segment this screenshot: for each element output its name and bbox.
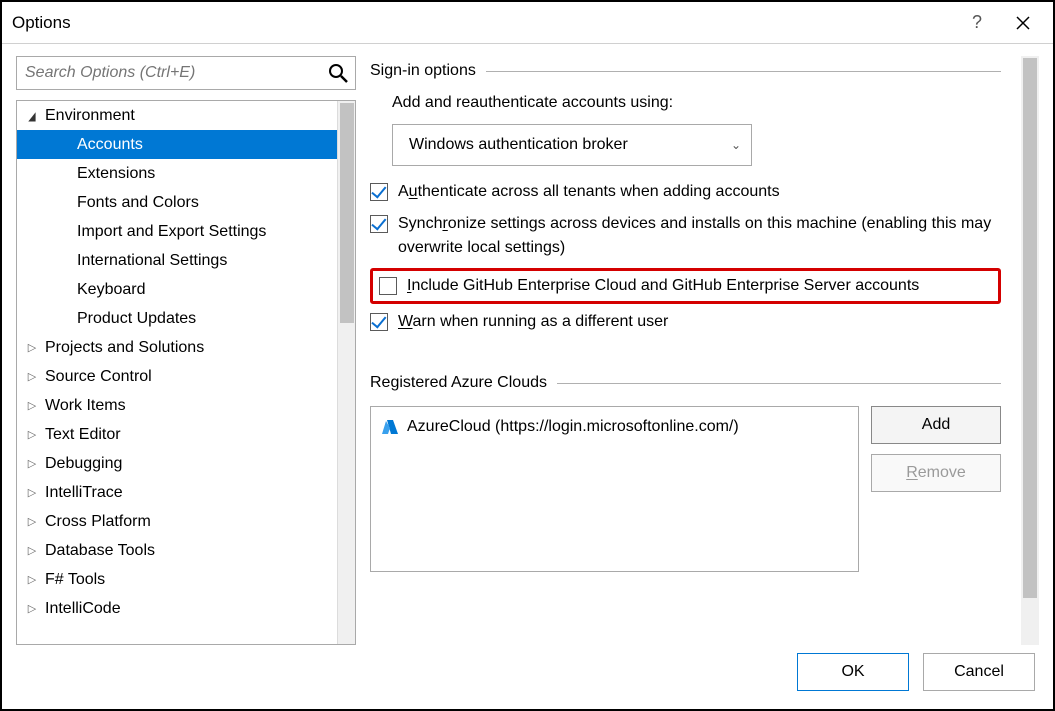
tree-item-debugging[interactable]: ▷ Debugging	[17, 449, 337, 478]
tree-item-label: Source Control	[45, 368, 152, 386]
chevron-right-icon: ▷	[25, 486, 39, 499]
azure-group-header: Registered Azure Clouds	[370, 374, 1001, 392]
rightpanel-scrollbar[interactable]	[1021, 56, 1039, 645]
tree-item-product-updates[interactable]: Product Updates	[17, 304, 337, 333]
warn-different-user-checkbox[interactable]	[370, 313, 388, 331]
azure-group-label: Registered Azure Clouds	[370, 374, 547, 392]
azure-add-button[interactable]: Add	[871, 406, 1001, 444]
azure-clouds-list[interactable]: AzureCloud (https://login.microsoftonlin…	[370, 406, 859, 572]
chevron-right-icon: ▷	[25, 602, 39, 615]
azure-remove-button: Remove	[871, 454, 1001, 492]
tree-item-intellitrace[interactable]: ▷ IntelliTrace	[17, 478, 337, 507]
tree-item-label: Extensions	[77, 165, 155, 183]
chevron-down-icon: ◢	[26, 109, 37, 123]
window-title: Options	[12, 13, 957, 33]
cancel-button[interactable]: Cancel	[923, 653, 1035, 691]
chevron-right-icon: ▷	[25, 457, 39, 470]
tree-item-work-items[interactable]: ▷ Work Items	[17, 391, 337, 420]
close-icon	[1016, 16, 1030, 30]
close-button[interactable]	[1003, 3, 1043, 43]
tree-item-text-editor[interactable]: ▷ Text Editor	[17, 420, 337, 449]
azure-cloud-label: AzureCloud (https://login.microsoftonlin…	[407, 418, 739, 436]
synchronize-settings-checkbox[interactable]	[370, 215, 388, 233]
tree-item-import-and-export-settings[interactable]: Import and Export Settings	[17, 217, 337, 246]
tree-item-extensions[interactable]: Extensions	[17, 159, 337, 188]
chevron-right-icon: ▷	[25, 573, 39, 586]
tree-item-label: Database Tools	[45, 542, 155, 560]
tree-item-label: IntelliCode	[45, 600, 121, 618]
chevron-right-icon: ▷	[25, 370, 39, 383]
synchronize-settings-row[interactable]: Synchronize settings across devices and …	[370, 212, 1001, 260]
ok-button[interactable]: OK	[797, 653, 909, 691]
azure-cloud-item[interactable]: AzureCloud (https://login.microsoftonlin…	[381, 413, 848, 441]
tree-item-label: F# Tools	[45, 571, 105, 589]
tree-item-environment[interactable]: ◢ Environment	[17, 101, 337, 130]
auth-broker-combo[interactable]: Windows authentication broker ⌄	[392, 124, 752, 166]
titlebar: Options ?	[2, 2, 1053, 44]
search-input[interactable]	[16, 56, 356, 90]
tree-item-fonts-and-colors[interactable]: Fonts and Colors	[17, 188, 337, 217]
tree-item-label: Import and Export Settings	[77, 223, 266, 241]
tree-item-database-tools[interactable]: ▷ Database Tools	[17, 536, 337, 565]
tree-item-accounts[interactable]: Accounts	[17, 130, 337, 159]
chevron-down-icon: ⌄	[731, 138, 741, 152]
authenticate-tenants-row[interactable]: Authenticate across all tenants when add…	[370, 180, 1001, 204]
tree-item-label: Keyboard	[77, 281, 146, 299]
tree-item-projects-and-solutions[interactable]: ▷ Projects and Solutions	[17, 333, 337, 362]
tree-item-source-control[interactable]: ▷ Source Control	[17, 362, 337, 391]
tree-item-keyboard[interactable]: Keyboard	[17, 275, 337, 304]
search-icon	[328, 63, 348, 83]
chevron-right-icon: ▷	[25, 399, 39, 412]
ghe-highlight: Include GitHub Enterprise Cloud and GitH…	[370, 268, 1001, 304]
signin-group-header: Sign-in options	[370, 62, 1001, 80]
signin-group-label: Sign-in options	[370, 62, 476, 80]
include-ghe-checkbox[interactable]	[379, 277, 397, 295]
options-tree: ◢ Environment Accounts Extensions Fonts and …	[16, 100, 356, 645]
auth-broker-value: Windows authentication broker	[409, 136, 628, 154]
tree-scrollbar[interactable]	[337, 101, 355, 644]
include-ghe-row[interactable]: Include GitHub Enterprise Cloud and GitH…	[379, 274, 992, 298]
tree-item-intellicode[interactable]: ▷ IntelliCode	[17, 594, 337, 623]
tree-item-cross-platform[interactable]: ▷ Cross Platform	[17, 507, 337, 536]
tree-item-label: Product Updates	[77, 310, 196, 328]
chevron-right-icon: ▷	[25, 428, 39, 441]
tree-item-label: Text Editor	[45, 426, 121, 444]
tree-item-label: Fonts and Colors	[77, 194, 199, 212]
chevron-right-icon: ▷	[25, 544, 39, 557]
tree-item-label: Debugging	[45, 455, 122, 473]
tree-item-label: IntelliTrace	[45, 484, 123, 502]
dialog-footer: OK Cancel	[2, 645, 1053, 709]
rightpanel-scroll-thumb[interactable]	[1023, 58, 1037, 598]
signin-subtitle: Add and reauthenticate accounts using:	[392, 94, 1001, 112]
tree-item-label: Projects and Solutions	[45, 339, 204, 357]
tree-item-label: Cross Platform	[45, 513, 151, 531]
tree-item-f-tools[interactable]: ▷ F# Tools	[17, 565, 337, 594]
tree-item-label: Environment	[45, 107, 135, 125]
tree-item-label: Work Items	[45, 397, 126, 415]
tree-item-international-settings[interactable]: International Settings	[17, 246, 337, 275]
help-button[interactable]: ?	[957, 3, 997, 43]
chevron-right-icon: ▷	[25, 341, 39, 354]
search-wrap	[16, 56, 356, 90]
azure-icon	[381, 418, 399, 436]
tree-scroll-thumb[interactable]	[340, 103, 354, 323]
chevron-right-icon: ▷	[25, 515, 39, 528]
warn-different-user-row[interactable]: Warn when running as a different user	[370, 310, 1001, 334]
tree-item-label: Accounts	[77, 136, 143, 154]
authenticate-tenants-checkbox[interactable]	[370, 183, 388, 201]
tree-item-label: International Settings	[77, 252, 227, 270]
